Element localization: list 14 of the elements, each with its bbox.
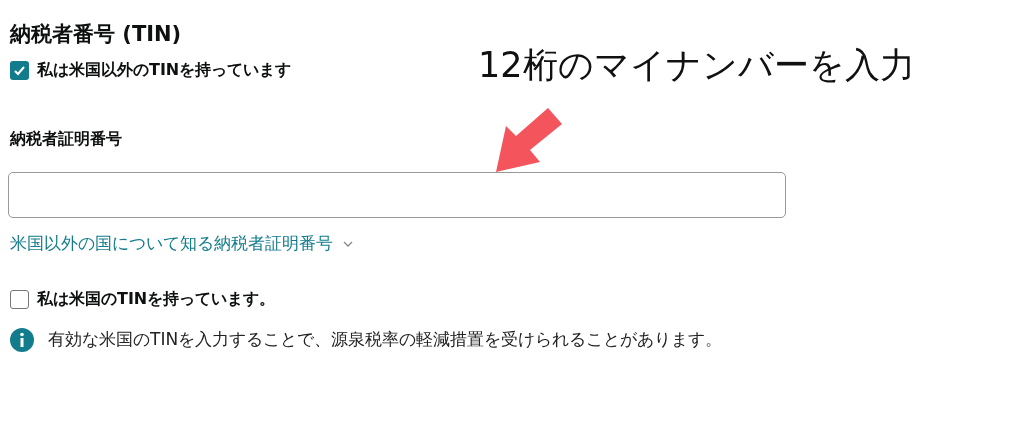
info-icon xyxy=(10,328,34,352)
check-icon xyxy=(13,64,26,77)
arrow-icon xyxy=(496,108,562,172)
checkbox-label: 私は米国のTINを持っています。 xyxy=(37,289,276,310)
annotation-text: 12桁のマイナンバーを入力 xyxy=(478,44,915,87)
checkbox-label: 私は米国以外のTINを持っています xyxy=(37,60,292,81)
checkbox[interactable] xyxy=(10,61,29,80)
section-title: 納税者番号 (TIN) xyxy=(10,21,183,48)
field-label: 納税者証明番号 xyxy=(10,129,123,150)
expander-link[interactable]: 米国以外の国について知る納税者証明番号 xyxy=(10,232,353,255)
input-field[interactable] xyxy=(8,172,786,218)
caret-icon xyxy=(343,240,353,247)
checkbox[interactable] xyxy=(10,290,29,309)
info-text: 有効な米国のTINを入力することで、源泉税率の軽減措置を受けられることがあります。 xyxy=(48,328,724,350)
